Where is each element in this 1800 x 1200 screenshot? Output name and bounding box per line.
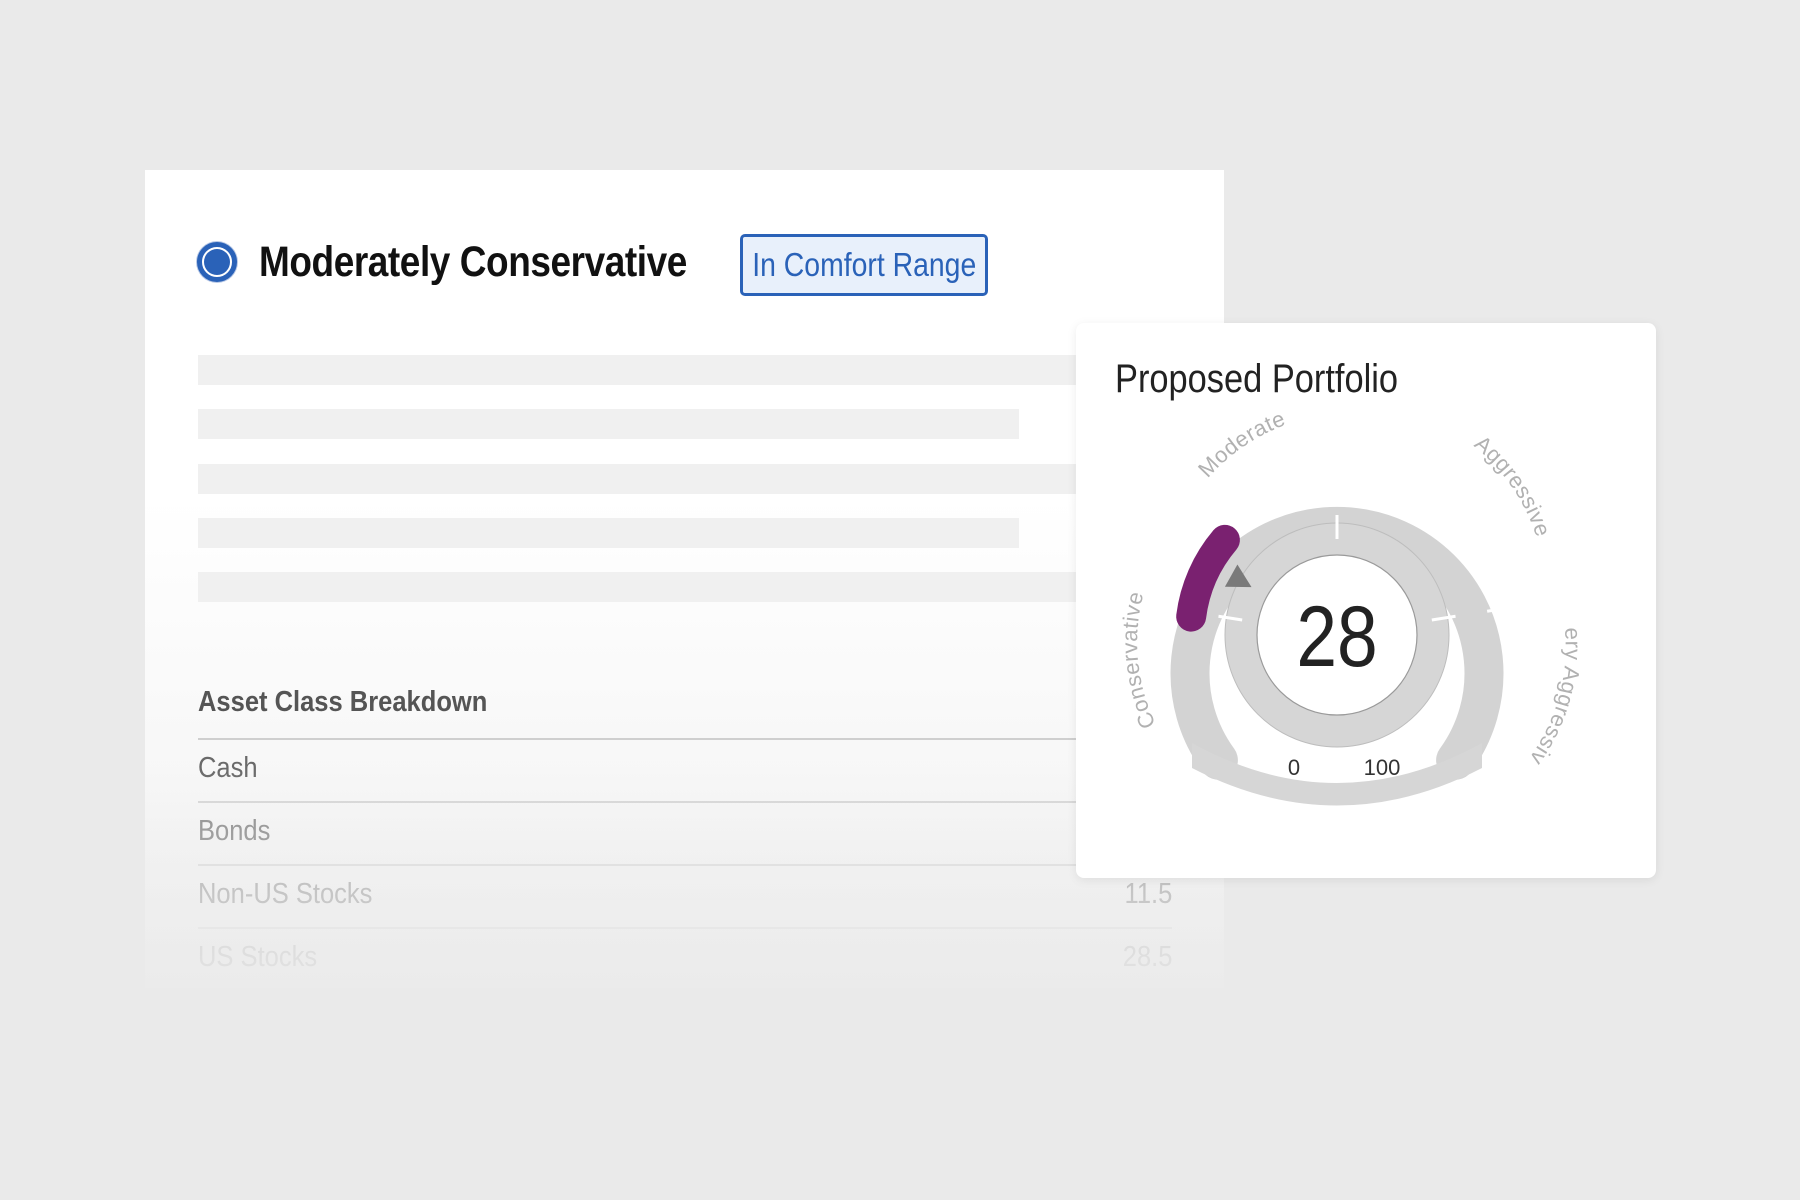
zone-label-aggressive: Aggressive [1470, 430, 1556, 539]
placeholder-line [198, 464, 1178, 494]
asset-label: Bonds [198, 815, 271, 847]
table-row: US Stocks 28.5 [198, 929, 1172, 988]
risk-level-title: Moderately Conservative [259, 237, 687, 286]
zone-label-moderate-text: Moderate [1193, 406, 1288, 482]
risk-gauge: 28 0 100 Conservative Moderate Aggressiv… [1076, 323, 1585, 806]
asset-breakdown-title: Asset Class Breakdown [198, 686, 488, 718]
table-row: Non-US Stocks 11.5 [198, 866, 1172, 928]
placeholder-line [198, 518, 1019, 548]
placeholder-line [198, 355, 1178, 385]
asset-label: Non-US Stocks [198, 878, 373, 910]
risk-profile-card: Moderately Conservative In Comfort Range… [145, 170, 1224, 988]
comfort-range-badge: In Comfort Range [740, 234, 988, 296]
asset-label: US Stocks [198, 941, 318, 973]
placeholder-line [198, 409, 1019, 439]
asset-label: Cash [198, 752, 258, 784]
asset-value: 11.5 [1124, 878, 1172, 910]
radio-dot [204, 249, 230, 275]
scale-max-label: 100 [1364, 755, 1401, 780]
proposed-portfolio-card: Proposed Portfolio 28 0 100 Conservative… [1076, 323, 1656, 878]
zone-label-conservative: Conservative [1117, 589, 1160, 733]
zone-tick [1486, 607, 1501, 613]
asset-value: 28.5 [1122, 941, 1172, 973]
risk-header: Moderately Conservative [197, 232, 757, 292]
table-row: Cash [198, 740, 1172, 802]
table-row: Bonds [198, 803, 1172, 865]
zone-label-aggressive-text: Aggressive [1470, 430, 1555, 539]
placeholder-line [198, 572, 1178, 602]
radio-selected-icon[interactable] [197, 242, 237, 282]
scale-min-label: 0 [1288, 755, 1300, 780]
zone-label-conservative-text: Conservative [1117, 589, 1160, 733]
risk-score: 28 [1296, 588, 1377, 684]
zone-label-moderate: Moderate [1193, 406, 1289, 482]
comfort-range-label: In Comfort Range [751, 246, 977, 283]
